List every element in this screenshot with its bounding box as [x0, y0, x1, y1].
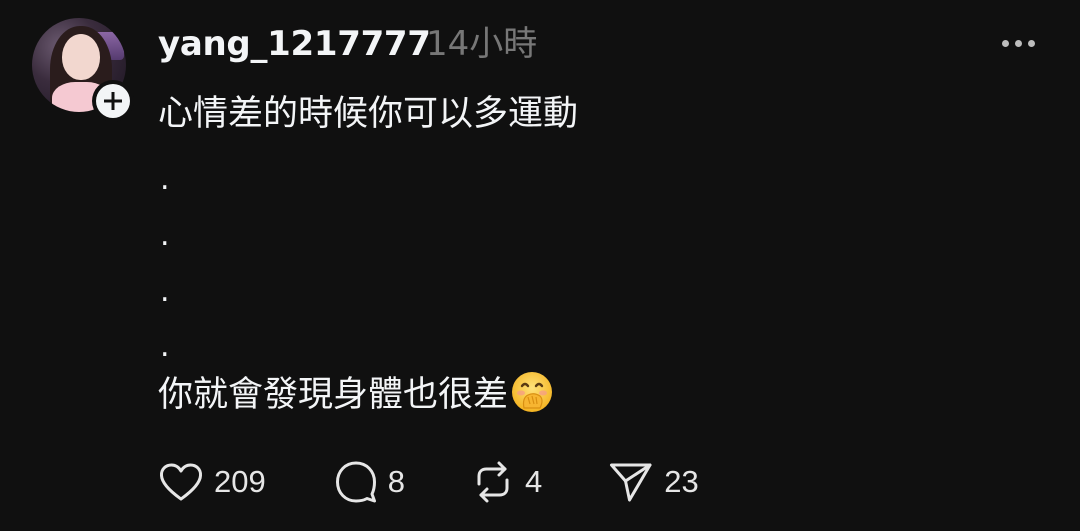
heart-icon — [159, 463, 203, 501]
avatar-face — [62, 34, 100, 80]
share-count: 23 — [664, 464, 699, 499]
reply-button[interactable]: 8 — [334, 460, 405, 504]
post-text-line-1: 心情差的時候你可以多運動 — [158, 94, 579, 134]
more-options-icon[interactable] — [992, 28, 1044, 58]
post-text-line-2-container: 你就會發現身體也很差 — [158, 370, 554, 419]
send-paper-plane-icon — [610, 463, 652, 502]
post-actions-bar: 209 8 4 23 — [158, 458, 699, 506]
plus-icon — [96, 84, 130, 118]
reply-count: 8 — [387, 464, 405, 499]
author-username[interactable]: yang_1217777 — [158, 20, 431, 68]
like-count: 209 — [214, 464, 266, 499]
post-text-line-2: 你就會發現身體也很差 — [158, 375, 509, 415]
post-text-dot-4: . — [160, 329, 170, 364]
share-button[interactable]: 23 — [608, 460, 699, 504]
post-timestamp: 14小時 — [426, 24, 538, 64]
post-text-dot-3: . — [160, 274, 170, 309]
repost-icon — [477, 461, 509, 503]
post-text-dot-1: . — [160, 162, 170, 197]
face-with-hand-over-mouth-icon — [512, 372, 553, 412]
post-text-dot-2: . — [160, 218, 170, 253]
repost-button[interactable]: 4 — [471, 460, 542, 504]
follow-button[interactable] — [92, 80, 134, 122]
comment-bubble-icon — [335, 461, 376, 503]
repost-count: 4 — [524, 464, 543, 499]
like-button[interactable]: 209 — [158, 462, 266, 502]
